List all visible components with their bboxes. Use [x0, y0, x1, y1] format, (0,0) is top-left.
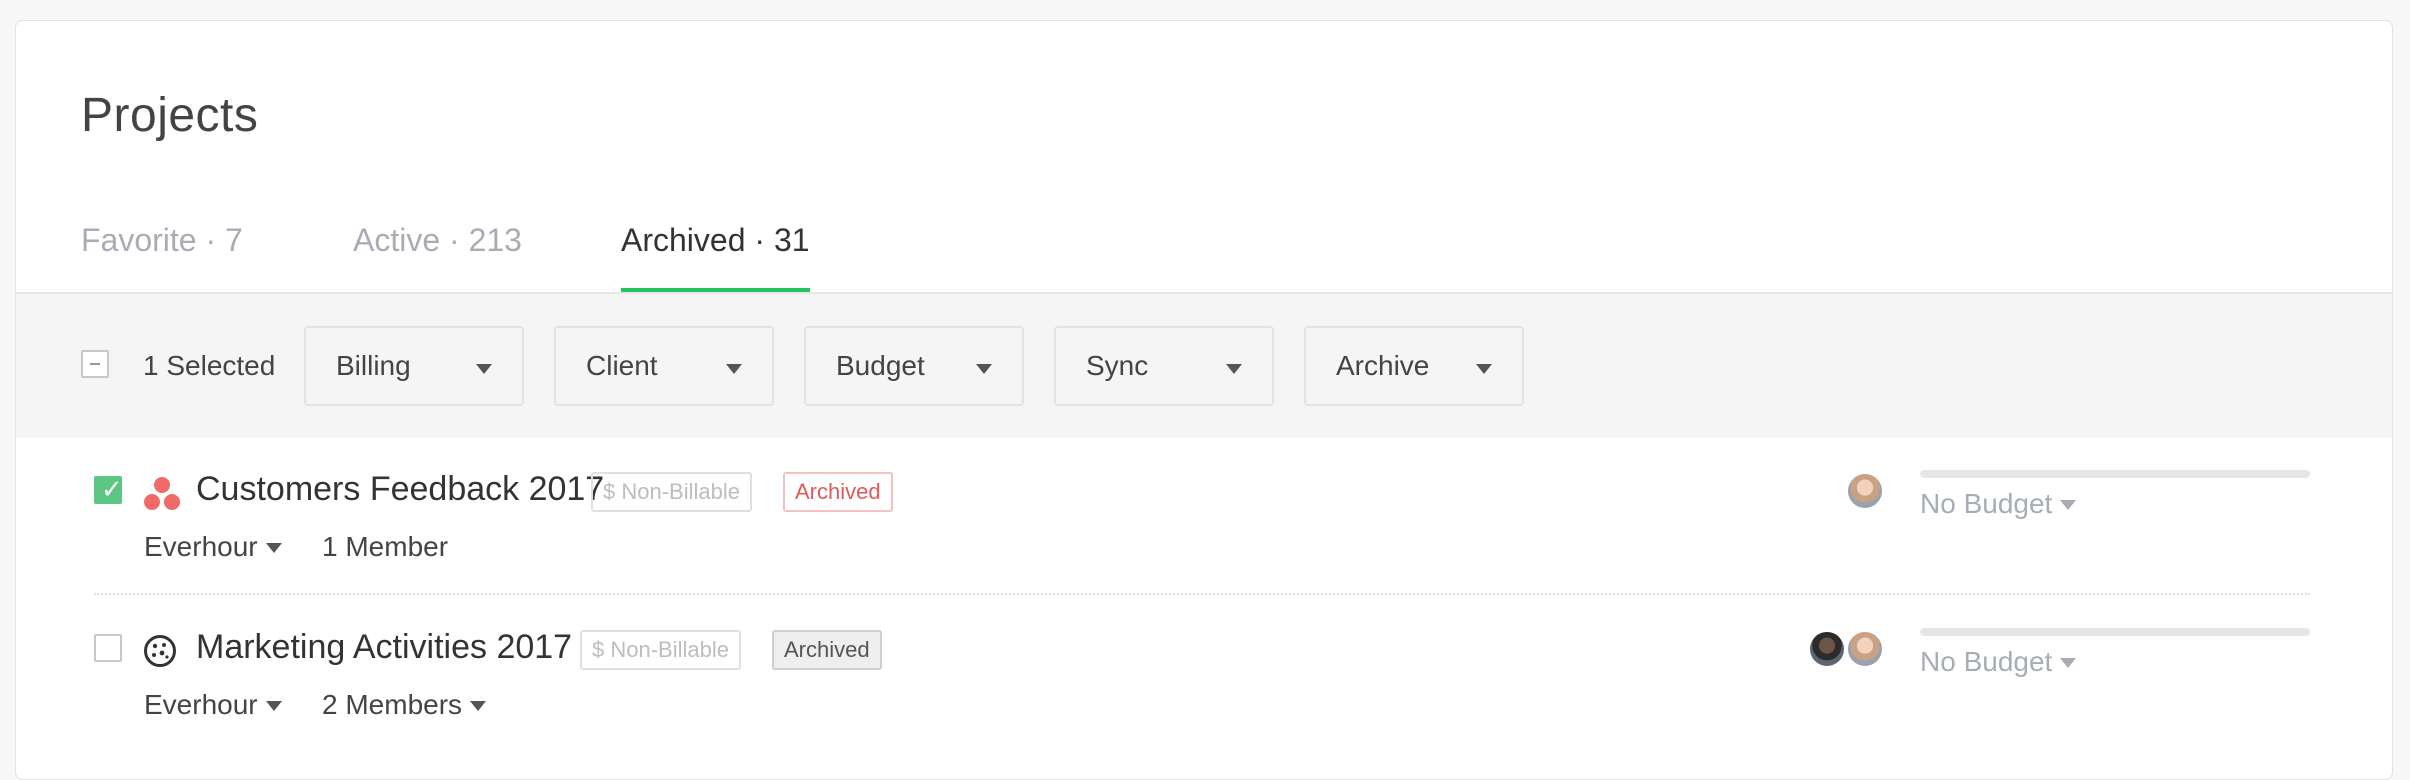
billing-dropdown-label: Billing — [336, 350, 411, 381]
cookie-icon — [144, 635, 176, 667]
status-badge: Archived — [783, 472, 893, 512]
chevron-down-icon — [476, 364, 492, 374]
members-label: 2 Members — [322, 689, 463, 720]
asana-icon — [144, 477, 180, 510]
budget-dropdown-label: Budget — [836, 350, 925, 381]
archive-dropdown-label: Archive — [1336, 350, 1430, 381]
members-selector[interactable]: 2 Members — [322, 689, 487, 721]
chevron-down-icon — [2060, 658, 2077, 668]
status-badge: Archived — [772, 630, 882, 670]
chevron-down-icon — [265, 543, 282, 553]
project-name[interactable]: Customers Feedback 2017 — [196, 470, 604, 509]
budget-progress-bar — [1920, 470, 2310, 478]
tab-archived[interactable]: Archived · 31 — [621, 220, 810, 292]
tab-favorite[interactable]: Favorite · 7 — [81, 220, 243, 290]
row-divider — [94, 593, 2310, 595]
budget-label: No Budget — [1920, 646, 2053, 677]
client-selector[interactable]: Everhour — [144, 689, 282, 721]
chevron-down-icon — [2060, 500, 2077, 510]
members-label[interactable]: 1 Member — [322, 531, 448, 563]
client-label: Everhour — [144, 689, 258, 720]
project-row-checkbox[interactable]: ✓ — [94, 474, 123, 504]
budget-label: No Budget — [1920, 488, 2053, 519]
page-title: Projects — [81, 89, 259, 142]
project-name[interactable]: Marketing Activities 2017 — [196, 628, 572, 667]
check-icon: ✓ — [101, 474, 123, 504]
budget-selector[interactable]: No Budget — [1920, 646, 2077, 678]
billing-badge: $ Non-Billable — [591, 472, 752, 512]
budget-progress-bar — [1920, 628, 2310, 636]
budget-selector[interactable]: No Budget — [1920, 488, 2077, 520]
avatar — [1846, 630, 1884, 668]
chevron-down-icon — [1226, 364, 1242, 374]
bulk-select-checkbox[interactable] — [81, 350, 109, 378]
tab-active[interactable]: Active · 213 — [353, 220, 522, 290]
sync-dropdown-label: Sync — [1086, 350, 1149, 381]
billing-dropdown[interactable]: Billing — [304, 326, 524, 406]
client-selector[interactable]: Everhour — [144, 531, 282, 563]
chevron-down-icon — [265, 701, 282, 711]
selected-count-label: 1 Selected — [143, 350, 276, 381]
client-label: Everhour — [144, 531, 258, 562]
project-row-checkbox[interactable] — [94, 634, 122, 662]
chevron-down-icon — [1476, 364, 1492, 374]
billing-badge: $ Non-Billable — [580, 630, 741, 670]
chevron-down-icon — [470, 701, 487, 711]
client-dropdown[interactable]: Client — [554, 326, 774, 406]
chevron-down-icon — [976, 364, 992, 374]
avatar — [1808, 630, 1846, 668]
sync-dropdown[interactable]: Sync — [1054, 326, 1274, 406]
archive-dropdown[interactable]: Archive — [1304, 326, 1524, 406]
chevron-down-icon — [726, 364, 742, 374]
budget-dropdown[interactable]: Budget — [804, 326, 1024, 406]
avatar — [1846, 472, 1884, 510]
client-dropdown-label: Client — [586, 350, 658, 381]
